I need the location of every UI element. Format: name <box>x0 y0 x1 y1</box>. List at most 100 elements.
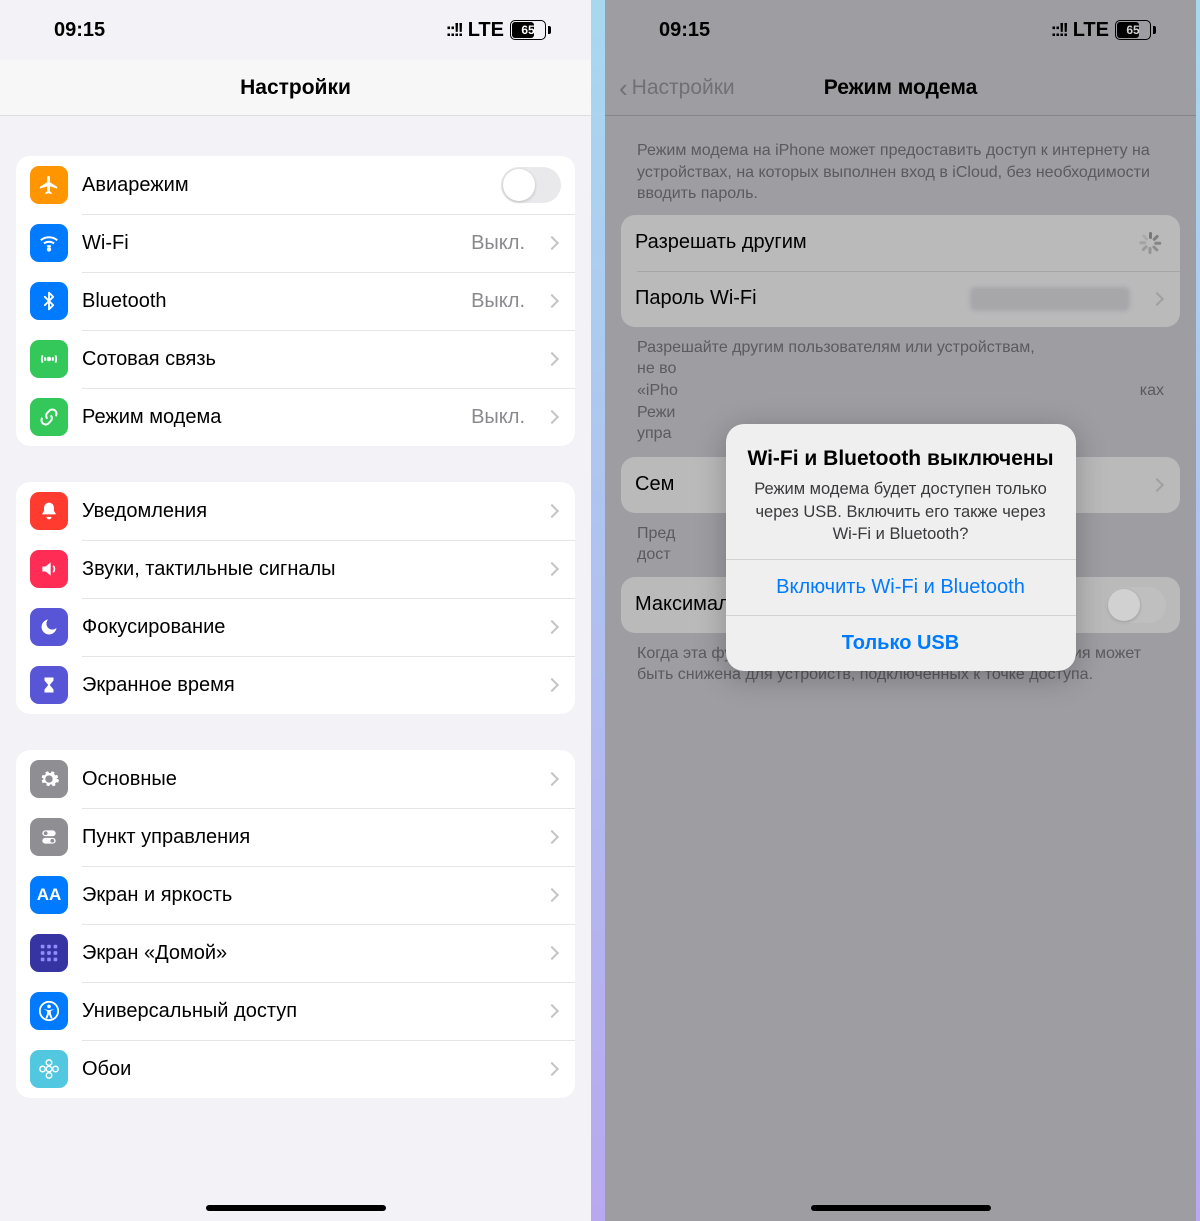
row-notifications[interactable]: Уведомления <box>16 482 575 540</box>
wifi-icon <box>30 224 68 262</box>
link-icon <box>30 398 68 436</box>
home-indicator[interactable] <box>206 1205 386 1211</box>
battery-icon: 65 <box>510 20 551 40</box>
settings-group-notifications: Уведомления Звуки, тактильные сигналы Фо… <box>16 482 575 714</box>
row-label: Пароль Wi-Fi <box>635 287 956 310</box>
status-time: 09:15 <box>659 19 710 42</box>
row-sounds[interactable]: Звуки, тактильные сигналы <box>16 540 575 598</box>
row-value: Выкл. <box>471 232 525 255</box>
hotspot-screen: 09:15 ::!! LTE 65 ‹ Настройки Режим моде… <box>605 0 1196 1221</box>
back-button[interactable]: ‹ Настройки <box>619 60 735 115</box>
row-label: Пункт управления <box>82 826 525 849</box>
row-hotspot[interactable]: Режим модема Выкл. <box>16 388 575 446</box>
cellular-signal-icon: ::!! <box>1051 20 1067 41</box>
chevron-right-icon <box>545 888 559 902</box>
hotspot-intro: Режим модема на iPhone может предоставит… <box>621 116 1180 215</box>
hourglass-icon <box>30 666 68 704</box>
row-label: Универсальный доступ <box>82 1000 525 1023</box>
row-bluetooth[interactable]: Bluetooth Выкл. <box>16 272 575 330</box>
gear-icon <box>30 760 68 798</box>
chevron-right-icon <box>545 678 559 692</box>
chevron-right-icon <box>545 410 559 424</box>
row-label: Экран «Домой» <box>82 942 525 965</box>
chevron-right-icon <box>545 946 559 960</box>
aa-icon: AA <box>30 876 68 914</box>
status-bar: 09:15 ::!! LTE 65 <box>0 0 591 60</box>
chevron-right-icon <box>545 620 559 634</box>
row-label: Bluetooth <box>82 290 457 313</box>
row-value: Выкл. <box>471 406 525 429</box>
row-label: Режим модема <box>82 406 457 429</box>
chevron-right-icon <box>545 504 559 518</box>
status-time: 09:15 <box>54 19 105 42</box>
bluetooth-icon <box>30 282 68 320</box>
row-airplane-mode[interactable]: Авиарежим <box>16 156 575 214</box>
row-label: Обои <box>82 1058 525 1081</box>
chevron-right-icon <box>545 830 559 844</box>
chevron-right-icon <box>1150 292 1164 306</box>
chevron-right-icon <box>1150 478 1164 492</box>
row-label: Экран и яркость <box>82 884 525 907</box>
row-label: Уведомления <box>82 500 525 523</box>
navbar: ‹ Настройки Режим модема <box>605 60 1196 116</box>
network-type: LTE <box>468 19 504 42</box>
chevron-right-icon <box>545 1004 559 1018</box>
sliders-icon <box>30 818 68 856</box>
bell-icon <box>30 492 68 530</box>
chevron-right-icon <box>545 562 559 576</box>
airplane-toggle[interactable] <box>501 167 561 203</box>
page-title: Режим модема <box>824 76 978 100</box>
row-label: Экранное время <box>82 674 525 697</box>
row-home-screen[interactable]: Экран «Домой» <box>16 924 575 982</box>
grid-icon <box>30 934 68 972</box>
hotspot-group-main: Разрешать другим Пароль Wi-Fi <box>621 215 1180 327</box>
row-label: Wi-Fi <box>82 232 457 255</box>
battery-icon: 65 <box>1115 20 1156 40</box>
row-label: Авиарежим <box>82 174 487 197</box>
alert-body: Режим модема будет доступен только через… <box>746 478 1056 545</box>
settings-group-connectivity: Авиарежим Wi-Fi Выкл. Bluetooth Выкл. <box>16 156 575 446</box>
speaker-icon <box>30 550 68 588</box>
settings-screen: 09:15 ::!! LTE 65 Настройки Авиарежим <box>0 0 591 1221</box>
row-accessibility[interactable]: Универсальный доступ <box>16 982 575 1040</box>
chevron-right-icon <box>545 352 559 366</box>
moon-icon <box>30 608 68 646</box>
alert-dialog: Wi-Fi и Bluetooth выключены Режим модема… <box>726 424 1076 671</box>
page-title: Настройки <box>240 76 351 100</box>
chevron-right-icon <box>545 236 559 250</box>
settings-group-general: Основные Пункт управления AA Экран и ярк… <box>16 750 575 1098</box>
row-label: Звуки, тактильные сигналы <box>82 558 525 581</box>
navbar: Настройки <box>0 60 591 116</box>
row-wifi[interactable]: Wi-Fi Выкл. <box>16 214 575 272</box>
chevron-right-icon <box>545 1062 559 1076</box>
row-cellular[interactable]: Сотовая связь <box>16 330 575 388</box>
flower-icon <box>30 1050 68 1088</box>
home-indicator[interactable] <box>811 1205 991 1211</box>
row-wallpaper[interactable]: Обои <box>16 1040 575 1098</box>
alert-usb-only-button[interactable]: Только USB <box>726 615 1076 671</box>
airplane-icon <box>30 166 68 204</box>
chevron-right-icon <box>545 294 559 308</box>
row-general[interactable]: Основные <box>16 750 575 808</box>
row-focus[interactable]: Фокусирование <box>16 598 575 656</box>
alert-enable-button[interactable]: Включить Wi-Fi и Bluetooth <box>726 559 1076 615</box>
compat-toggle[interactable] <box>1106 587 1166 623</box>
status-bar: 09:15 ::!! LTE 65 <box>605 0 1196 60</box>
spinner-icon <box>1138 232 1160 254</box>
row-label: Фокусирование <box>82 616 525 639</box>
cellular-signal-icon: ::!! <box>446 20 462 41</box>
antenna-icon <box>30 340 68 378</box>
row-wifi-password[interactable]: Пароль Wi-Fi <box>621 271 1180 327</box>
network-type: LTE <box>1073 19 1109 42</box>
row-value: Выкл. <box>471 290 525 313</box>
row-label: Основные <box>82 768 525 791</box>
row-label: Разрешать другим <box>635 231 1124 254</box>
row-screentime[interactable]: Экранное время <box>16 656 575 714</box>
chevron-right-icon <box>545 772 559 786</box>
row-display[interactable]: AA Экран и яркость <box>16 866 575 924</box>
chevron-left-icon: ‹ <box>619 75 628 101</box>
row-control-center[interactable]: Пункт управления <box>16 808 575 866</box>
row-allow-others[interactable]: Разрешать другим <box>621 215 1180 271</box>
accessibility-icon <box>30 992 68 1030</box>
row-label: Сотовая связь <box>82 348 525 371</box>
